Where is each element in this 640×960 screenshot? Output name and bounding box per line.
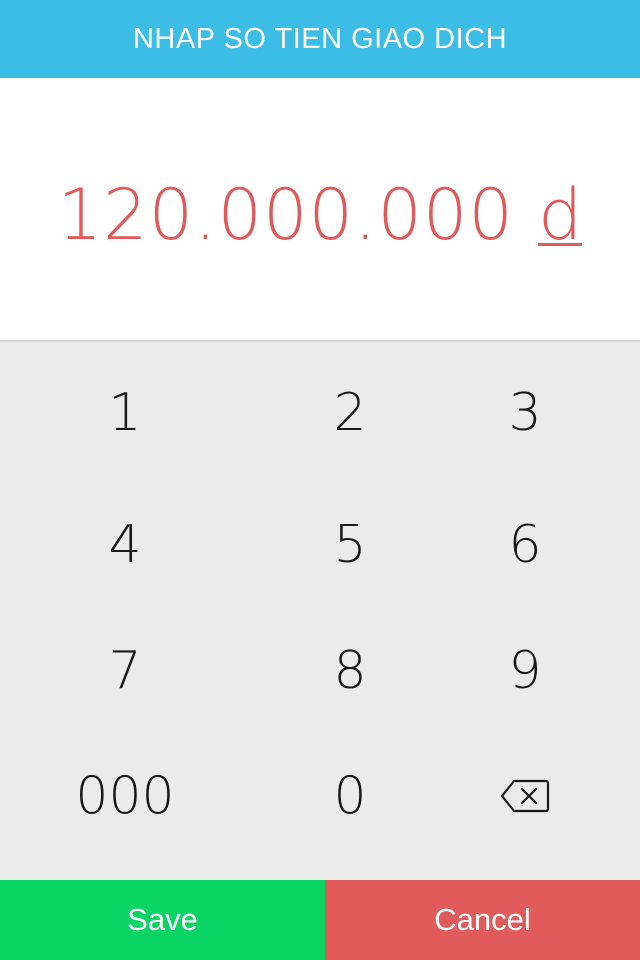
key-3[interactable]: 3 [450,342,640,484]
key-8[interactable]: 8 [250,606,450,736]
key-label: 7 [108,641,142,701]
key-label: 0 [333,766,367,826]
key-6[interactable]: 6 [450,484,640,606]
key-9[interactable]: 9 [450,606,640,736]
cancel-button-label: Cancel [434,902,531,937]
key-label: 6 [508,515,542,575]
key-label: 2 [333,383,367,443]
currency-symbol: d [537,174,583,256]
key-000[interactable]: 000 [0,736,250,856]
save-button[interactable]: Save [0,880,325,960]
backspace-icon [500,779,550,813]
transaction-amount-screen: NHAP SO TIEN GIAO DICH 120.000.000 d 1 2… [0,0,640,960]
key-5[interactable]: 5 [250,484,450,606]
key-label: 3 [508,383,542,443]
backspace-button[interactable] [450,736,640,856]
key-1[interactable]: 1 [0,342,250,484]
key-label: 1 [108,383,142,443]
key-label: 5 [333,515,367,575]
cancel-button[interactable]: Cancel [325,880,640,960]
key-label: 000 [75,766,175,826]
key-7[interactable]: 7 [0,606,250,736]
key-label: 4 [108,515,142,575]
key-label: 9 [508,641,542,701]
key-0[interactable]: 0 [250,736,450,856]
key-2[interactable]: 2 [250,342,450,484]
key-4[interactable]: 4 [0,484,250,606]
amount-panel: 120.000.000 d [0,78,640,340]
amount-value: 120.000.000 [57,174,514,256]
numeric-keypad: 1 2 3 4 5 6 7 8 9 000 0 [0,342,640,880]
action-bar: Save Cancel [0,880,640,960]
amount-display: 120.000.000 d [58,168,583,250]
save-button-label: Save [127,902,198,937]
key-label: 8 [333,641,367,701]
header-bar: NHAP SO TIEN GIAO DICH [0,0,640,78]
page-title: NHAP SO TIEN GIAO DICH [132,22,508,55]
